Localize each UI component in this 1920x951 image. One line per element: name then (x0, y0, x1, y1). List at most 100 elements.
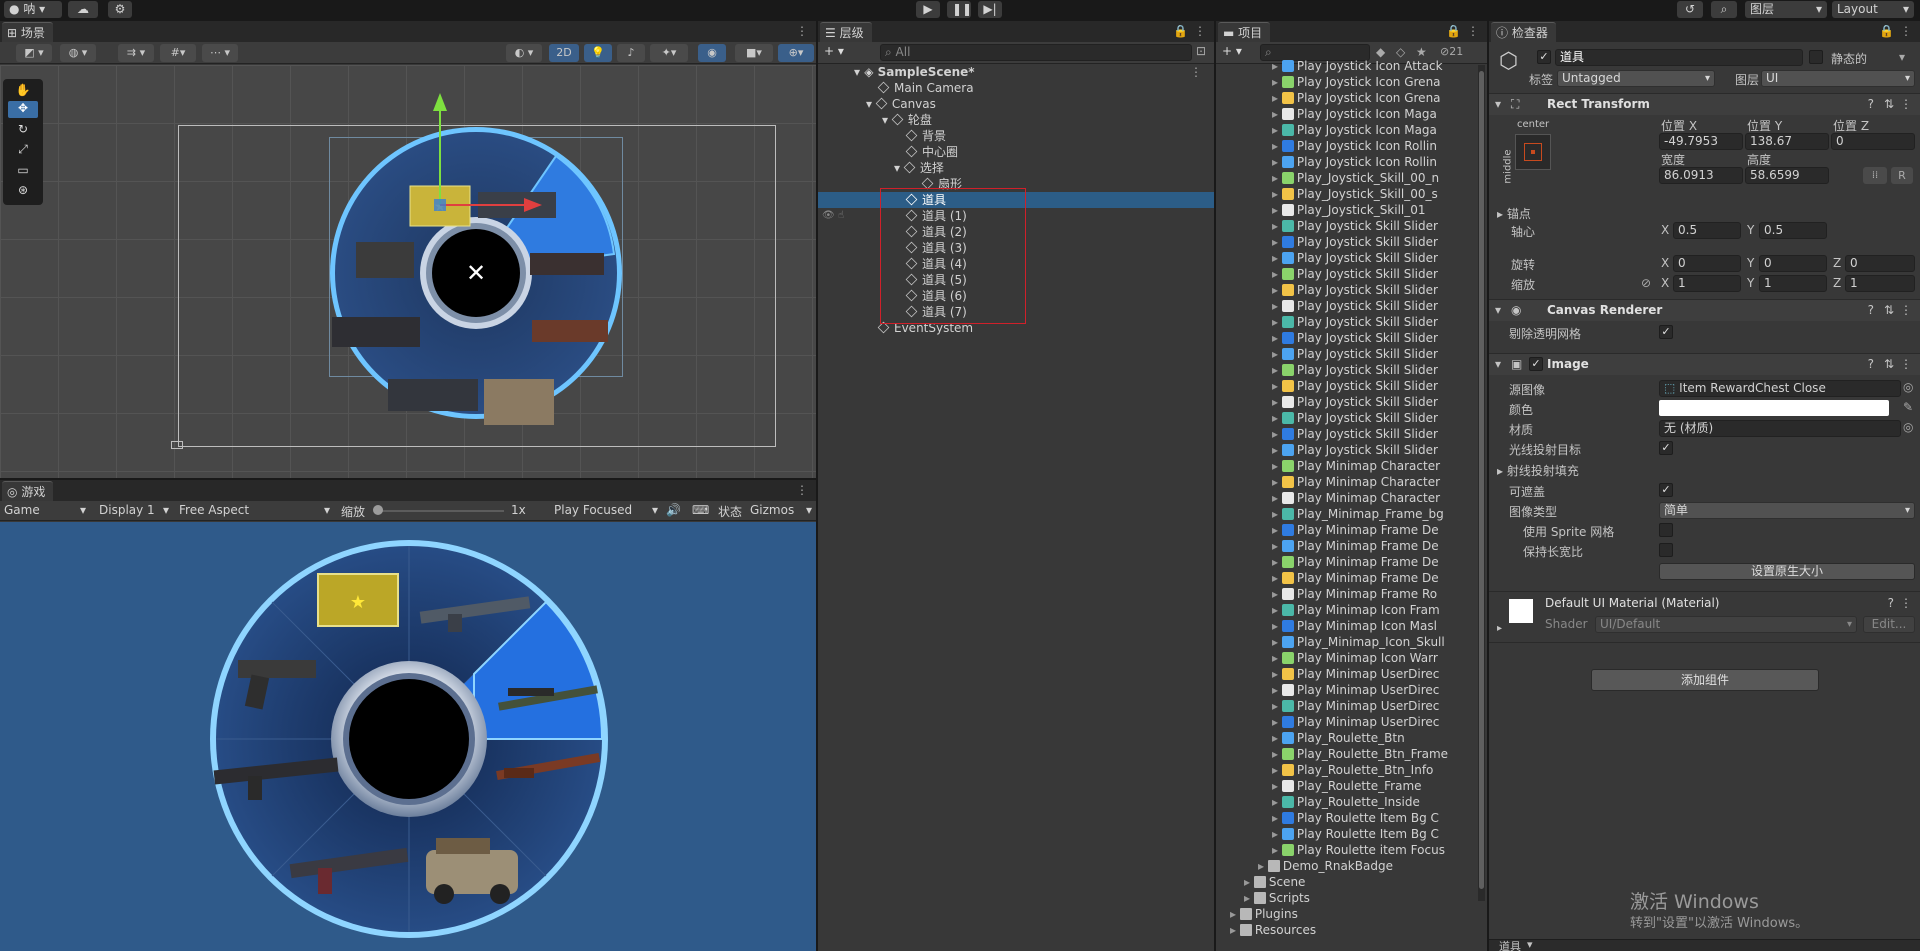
width-field[interactable]: 86.0913 (1659, 167, 1743, 184)
increment-snap-icon[interactable]: ⋯ ▾ (202, 44, 238, 62)
grid-snap-icon[interactable]: #▾ (160, 44, 196, 62)
pos-z-field[interactable]: 0 (1831, 133, 1915, 150)
object-name-field[interactable]: 道具 (1555, 49, 1803, 66)
tag-dropdown[interactable]: Untagged (1557, 70, 1715, 87)
asset-item[interactable]: ▸ Play Minimap Frame De (1272, 538, 1439, 554)
expand-icon[interactable]: ▸ (1272, 603, 1282, 617)
expand-icon[interactable]: ▸ (1230, 923, 1240, 937)
asset-item[interactable]: ▸ Play Minimap Icon Warr (1272, 650, 1438, 666)
image-enabled-checkbox[interactable]: ✓ (1529, 357, 1543, 371)
folder-item[interactable]: ▸ Scene (1244, 874, 1305, 890)
expand-icon[interactable]: ▸ (1272, 459, 1282, 473)
asset-item[interactable]: ▸ Play_Roulette_Btn_Info (1272, 762, 1433, 778)
rect-tool-icon[interactable]: ▭ (8, 163, 38, 180)
tab-scene[interactable]: ⊞ 场景 (2, 22, 53, 42)
raw-edit-button[interactable]: R (1891, 167, 1913, 184)
expand-icon[interactable]: ▸ (1272, 763, 1282, 777)
pos-x-field[interactable]: -49.7953 (1659, 133, 1743, 150)
asset-item[interactable]: ▸ Play Minimap UserDirec (1272, 698, 1439, 714)
add-component-button[interactable]: 添加组件 (1591, 669, 1819, 691)
asset-item[interactable]: ▸ Play Joystick Skill Slider (1272, 426, 1438, 442)
asset-item[interactable]: ▸ Play_Joystick_Skill_00_n (1272, 170, 1439, 186)
expand-icon[interactable]: ▸ (1272, 795, 1282, 809)
expand-icon[interactable]: ▸ (1244, 875, 1254, 889)
expand-icon[interactable]: ▸ (1272, 635, 1282, 649)
cloud-icon[interactable]: ☁ (68, 1, 98, 18)
stats-button[interactable]: 状态 (718, 503, 742, 520)
asset-item[interactable]: ▸ Play Roulette Item Bg C (1272, 826, 1439, 842)
asset-item[interactable]: ▸ Play Joystick Skill Slider (1272, 314, 1438, 330)
tab-hierarchy[interactable]: ☰ 层级 (820, 22, 872, 42)
image-type-dropdown[interactable]: 简单 (1659, 502, 1915, 519)
lock-icon[interactable]: 🔒 (1446, 24, 1461, 38)
expand-icon[interactable]: ▸ (1272, 331, 1282, 345)
layer-dropdown[interactable]: UI (1761, 70, 1915, 87)
scale-slider-thumb[interactable] (373, 505, 383, 515)
audio-mute-icon[interactable]: 🔊 (666, 503, 681, 517)
expand-icon[interactable]: ▸ (1272, 491, 1282, 505)
scene-viewport[interactable]: ✋ ✥ ↻ ⤢ ▭ ⊛ ✕ ★ (0, 65, 816, 478)
asset-item[interactable]: ▸ Play Minimap Frame Ro (1272, 586, 1437, 602)
more-icon[interactable]: ⋮ (796, 24, 808, 38)
expand-icon[interactable]: ▸ (1272, 91, 1282, 105)
asset-item[interactable]: ▸ Play Roulette item Focus (1272, 842, 1445, 858)
preset-icon[interactable]: ⇅ (1884, 357, 1894, 371)
asset-item[interactable]: ▸ Play Roulette Item Bg C (1272, 810, 1439, 826)
shader-dropdown[interactable]: UI/Default (1595, 616, 1857, 633)
scale-tool-icon[interactable]: ⤢ (8, 142, 38, 159)
expand-icon[interactable]: ▸ (1272, 123, 1282, 137)
tree-item-background[interactable]: 背景 (905, 128, 946, 144)
game-viewport[interactable]: ★ (0, 522, 816, 951)
static-checkbox[interactable] (1809, 50, 1823, 64)
history-icon[interactable]: ↺ (1677, 1, 1703, 18)
pivot-x-field[interactable]: 0.5 (1673, 222, 1741, 239)
lock-icon[interactable]: 🔒 (1879, 24, 1894, 38)
canvas-renderer-header[interactable]: ▾ ◉ Canvas Renderer ? ⇅ ⋮ (1489, 299, 1920, 321)
asset-item[interactable]: ▸ Play Joystick Skill Slider (1272, 330, 1438, 346)
search-options-icon[interactable]: ⊡ (1196, 44, 1206, 58)
preset-icon[interactable]: ⇅ (1884, 97, 1894, 111)
folder-item[interactable]: ▸ Scripts (1244, 890, 1310, 906)
expand-icon[interactable]: ▸ (1272, 155, 1282, 169)
shading-icon[interactable]: ◐ ▾ (506, 44, 542, 62)
play-focused-dropdown[interactable]: Play Focused ▾ (554, 503, 658, 517)
aspect-dropdown[interactable]: Free Aspect ▾ (179, 503, 332, 517)
hierarchy-search-input[interactable]: ⌕ All (880, 44, 1192, 61)
lighting-icon[interactable]: 💡 (584, 44, 612, 62)
expand-icon[interactable]: ▸ (1272, 251, 1282, 265)
tree-item-canvas[interactable]: ▾ Canvas (866, 96, 936, 112)
source-image-field[interactable]: ⬚ Item RewardChest Close (1659, 380, 1901, 397)
asset-item[interactable]: ▸ Play_Roulette_Btn_Frame (1272, 746, 1448, 762)
asset-item[interactable]: ▸ Play Minimap Frame De (1272, 570, 1439, 586)
asset-item[interactable]: ▸ Play Joystick Skill Slider (1272, 346, 1438, 362)
tree-item-select[interactable]: ▾ 选择 (894, 160, 944, 176)
move-tool-icon[interactable]: ✥ (8, 101, 38, 118)
maskable-checkbox[interactable]: ✓ (1659, 483, 1673, 497)
asset-item[interactable]: ▸ Play Joystick Skill Slider (1272, 218, 1438, 234)
audio-icon[interactable]: ♪ (617, 44, 645, 62)
expand-icon[interactable]: ▸ (1272, 411, 1282, 425)
gizmos-dropdown[interactable]: Gizmos ▾ (750, 503, 812, 517)
folder-item[interactable]: ▸ Plugins (1230, 906, 1298, 922)
anchors-foldout[interactable]: ▸ 锚点 (1497, 205, 1531, 222)
expand-icon[interactable]: ▸ (1272, 699, 1282, 713)
asset-item[interactable]: ▸ Play Joystick Skill Slider (1272, 298, 1438, 314)
more-icon[interactable]: ⋮ (1900, 97, 1912, 111)
asset-item[interactable]: ▸ Play_Roulette_Btn (1272, 730, 1405, 746)
expand-icon[interactable]: ▸ (1272, 683, 1282, 697)
asset-item[interactable]: ▸ Play Joystick Icon Rollin (1272, 154, 1437, 170)
expand-icon[interactable]: ▸ (1272, 75, 1282, 89)
object-picker-icon[interactable]: ◎ (1903, 420, 1913, 434)
expand-icon[interactable]: ▸ (1272, 587, 1282, 601)
expand-icon[interactable]: ▸ (1272, 203, 1282, 217)
move-gizmo[interactable] (420, 85, 550, 225)
material-field[interactable]: 无 (材质) (1659, 420, 1901, 437)
expand-icon[interactable]: ▸ (1272, 379, 1282, 393)
more-icon[interactable]: ⋮ (1467, 24, 1479, 38)
asset-item[interactable]: ▸ Play Joystick Skill Slider (1272, 378, 1438, 394)
visibility-icon[interactable]: 👁 (822, 210, 835, 221)
asset-item[interactable]: ▸ Play_Minimap_Icon_Skull (1272, 634, 1445, 650)
tree-item-main-camera[interactable]: Main Camera (877, 80, 974, 96)
help-icon[interactable]: ? (1868, 303, 1874, 317)
asset-item[interactable]: ▸ Play Joystick Icon Maga (1272, 122, 1437, 138)
